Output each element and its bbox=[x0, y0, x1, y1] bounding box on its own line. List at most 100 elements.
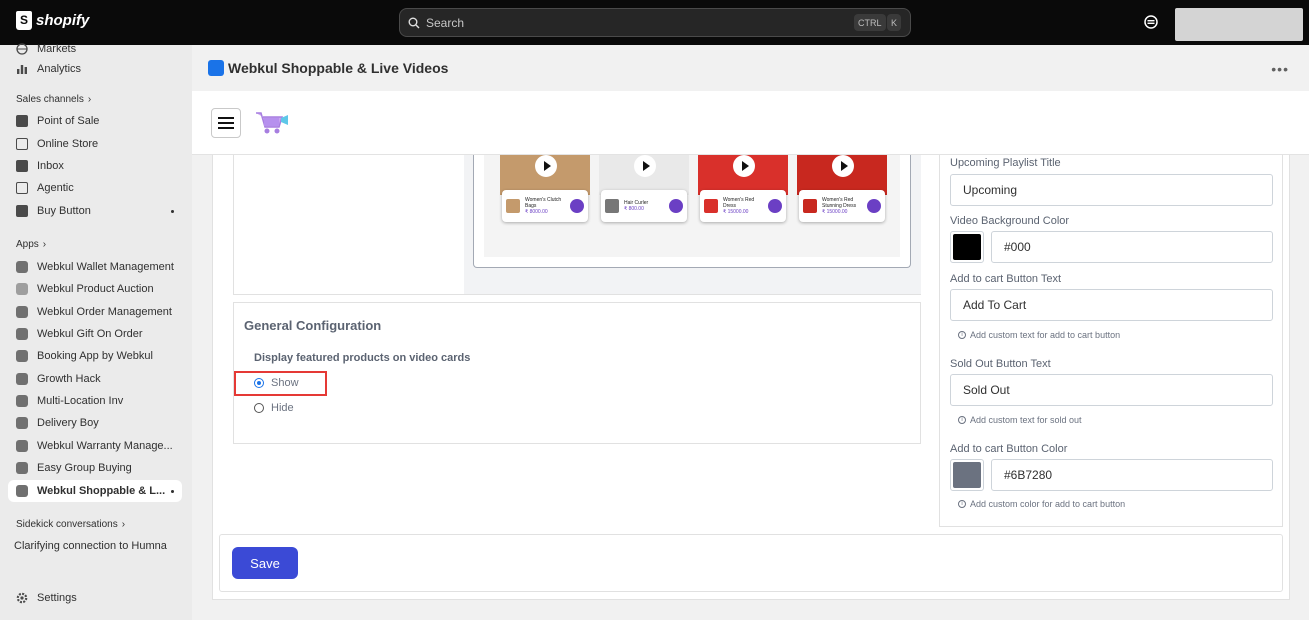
app-cart-logo-icon bbox=[256, 112, 288, 134]
sidebar-item-label: Point of Sale bbox=[37, 115, 100, 127]
play-icon[interactable] bbox=[634, 155, 656, 177]
sidebar-item-label: Buy Button bbox=[37, 205, 91, 217]
sidebar-app-gift-on-order[interactable]: Webkul Gift On Order bbox=[8, 323, 182, 345]
help-text: Add custom color for add to cart button bbox=[970, 499, 1126, 509]
agentic-icon bbox=[16, 182, 28, 194]
atc-color-input[interactable]: #6B7280 bbox=[991, 459, 1273, 491]
atc-color-swatch[interactable] bbox=[950, 459, 984, 491]
buy-button-icon bbox=[16, 205, 28, 217]
video-bg-color-label: Video Background Color bbox=[950, 215, 1070, 227]
sidebar-app-shoppable-live[interactable]: Webkul Shoppable & L... bbox=[8, 480, 182, 502]
sidebar-item-point-of-sale[interactable]: Point of Sale bbox=[8, 110, 182, 132]
sidebar-item-label: Webkul Product Auction bbox=[37, 283, 154, 295]
play-icon[interactable] bbox=[535, 155, 557, 177]
sidebar-item-online-store[interactable]: Online Store bbox=[8, 133, 182, 155]
product-price: ₹ 15000.00 bbox=[723, 209, 749, 215]
sidebar-item-label: Growth Hack bbox=[37, 373, 101, 385]
sidebar: Markets Analytics Sales channels › Point… bbox=[0, 43, 192, 620]
sidekick-heading[interactable]: Sidekick conversations › bbox=[16, 519, 125, 530]
product-name: Women's Red Dress bbox=[723, 197, 755, 209]
add-to-cart-icon[interactable] bbox=[768, 199, 782, 213]
globe-icon bbox=[16, 43, 28, 55]
atc-text-help: i Add custom text for add to cart button bbox=[958, 330, 1120, 340]
sidebar-app-booking[interactable]: Booking App by Webkul bbox=[8, 345, 182, 367]
preview-panel: Women's Clutch Bags ₹ 8000.00 Hair Curler… bbox=[233, 155, 921, 295]
sidebar-item-inbox[interactable]: Inbox bbox=[8, 155, 182, 177]
sidebar-item-buy-button[interactable]: Buy Button bbox=[8, 200, 182, 222]
save-bar: Save bbox=[219, 534, 1283, 592]
sidebar-item-settings[interactable]: Settings bbox=[8, 587, 182, 609]
search-icon bbox=[408, 17, 420, 28]
sidebar-app-growth-hack[interactable]: Growth Hack bbox=[8, 368, 182, 390]
sidebar-item-label: Webkul Shoppable & L... bbox=[37, 485, 166, 497]
shopify-logo[interactable]: shopify bbox=[16, 11, 89, 30]
radio-option-hide[interactable]: Hide bbox=[254, 402, 294, 414]
video-bg-color-input[interactable]: #000 bbox=[991, 231, 1273, 263]
save-button[interactable]: Save bbox=[232, 547, 298, 579]
sidekick-conversation[interactable]: Clarifying connection to Humna bbox=[6, 535, 180, 557]
kbd-k: K bbox=[887, 14, 902, 31]
kbd-ctrl: CTRL bbox=[854, 14, 886, 31]
sidebar-app-delivery-boy[interactable]: Delivery Boy bbox=[8, 412, 182, 434]
upcoming-title-input[interactable]: Upcoming bbox=[950, 174, 1273, 206]
product-thumbnail bbox=[506, 199, 520, 213]
video-bg-color-swatch[interactable] bbox=[950, 231, 984, 263]
app-icon bbox=[16, 395, 28, 407]
section-label: Sales channels bbox=[16, 94, 84, 105]
chevron-right-icon: › bbox=[42, 239, 47, 250]
product-thumbnail bbox=[605, 199, 619, 213]
atc-text-input[interactable]: Add To Cart bbox=[950, 289, 1273, 321]
radio-button[interactable] bbox=[254, 403, 264, 413]
sidebar-item-agentic[interactable]: Agentic bbox=[8, 177, 182, 199]
sidebar-app-warranty[interactable]: Webkul Warranty Manage... bbox=[8, 435, 182, 457]
upcoming-title-label: Upcoming Playlist Title bbox=[950, 157, 1061, 169]
product-card: Women's Red Dress ₹ 15000.00 bbox=[700, 190, 786, 222]
sidebar-app-order-management[interactable]: Webkul Order Management bbox=[8, 301, 182, 323]
radio-label: Hide bbox=[271, 402, 294, 414]
add-to-cart-icon[interactable] bbox=[570, 199, 584, 213]
sidebar-item-label: Multi-Location Inv bbox=[37, 395, 124, 407]
sidebar-item-label: Webkul Gift On Order bbox=[37, 328, 143, 340]
play-icon[interactable] bbox=[832, 155, 854, 177]
general-configuration-card: General Configuration Display featured p… bbox=[233, 302, 921, 444]
sidebar-item-label: Markets bbox=[37, 43, 77, 55]
atc-text-label: Add to cart Button Text bbox=[950, 273, 1062, 285]
product-thumbnail bbox=[803, 199, 817, 213]
info-icon: i bbox=[958, 331, 966, 339]
help-text: Add custom text for sold out bbox=[970, 415, 1082, 425]
store-icon bbox=[16, 138, 28, 150]
account-menu[interactable] bbox=[1175, 8, 1303, 41]
sidebar-item-label: Easy Group Buying bbox=[37, 462, 132, 474]
app-icon bbox=[16, 440, 28, 452]
sidebar-app-group-buying[interactable]: Easy Group Buying bbox=[8, 457, 182, 479]
hamburger-menu-icon[interactable] bbox=[211, 108, 241, 138]
inbox-icon bbox=[16, 160, 28, 172]
atc-color-help: i Add custom color for add to cart butto… bbox=[958, 499, 1125, 509]
sold-out-input[interactable]: Sold Out bbox=[950, 374, 1273, 406]
product-price: ₹ 8000.00 bbox=[525, 209, 548, 215]
top-bar: shopify Search CTRL K bbox=[0, 0, 1309, 45]
sidebar-item-analytics[interactable]: Analytics bbox=[8, 58, 182, 80]
app-title-bar: Webkul Shoppable & Live Videos ••• bbox=[192, 45, 1309, 91]
sales-channels-heading[interactable]: Sales channels › bbox=[16, 94, 91, 105]
section-label: Apps bbox=[16, 239, 39, 250]
brand-name: shopify bbox=[36, 12, 90, 29]
sidebar-app-wallet[interactable]: Webkul Wallet Management bbox=[8, 256, 182, 278]
app-icon bbox=[16, 350, 28, 362]
app-icon bbox=[16, 328, 28, 340]
add-to-cart-icon[interactable] bbox=[867, 199, 881, 213]
app-icon bbox=[16, 373, 28, 385]
radio-option-show[interactable]: Show bbox=[254, 377, 299, 389]
store-switcher-icon[interactable] bbox=[1143, 14, 1159, 30]
add-to-cart-icon[interactable] bbox=[669, 199, 683, 213]
more-actions-icon[interactable]: ••• bbox=[1271, 61, 1289, 77]
app-icon bbox=[16, 306, 28, 318]
sidebar-app-auction[interactable]: Webkul Product Auction bbox=[8, 278, 182, 300]
app-icon bbox=[16, 462, 28, 474]
sidebar-app-multi-location[interactable]: Multi-Location Inv bbox=[8, 390, 182, 412]
search-input[interactable]: Search CTRL K bbox=[399, 8, 911, 37]
play-icon[interactable] bbox=[733, 155, 755, 177]
radio-button-selected[interactable] bbox=[254, 378, 264, 388]
sidebar-item-markets[interactable]: Markets bbox=[8, 38, 182, 60]
apps-heading[interactable]: Apps › bbox=[16, 239, 46, 250]
